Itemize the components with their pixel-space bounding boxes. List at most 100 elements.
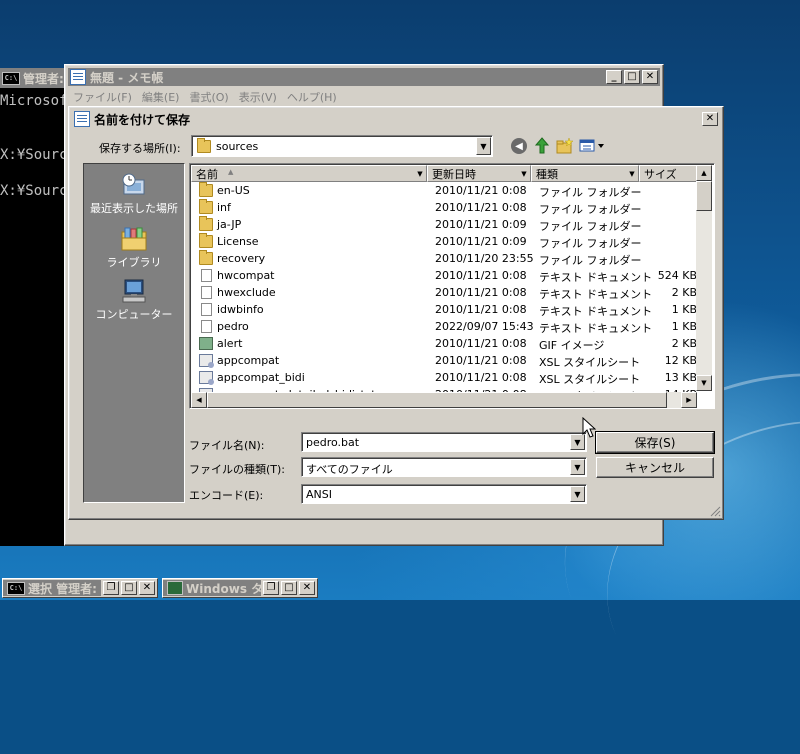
arrow-left-icon: ◀ — [196, 396, 202, 404]
file-row[interactable]: idwbinfo 2010/11/21 0:08 テキスト ドキュメント 1 KB — [191, 301, 699, 318]
chevron-down-icon[interactable]: ▼ — [518, 166, 530, 181]
file-size: 1 KB — [671, 303, 697, 316]
menu-file[interactable]: ファイル(F) — [68, 89, 137, 105]
column-header-name[interactable]: 名前 ▲ ▼ — [191, 165, 427, 182]
menu-view[interactable]: 表示(V) — [234, 89, 282, 105]
chevron-down-icon[interactable]: ▼ — [570, 486, 585, 502]
close-button[interactable]: ✕ — [299, 581, 315, 595]
close-button[interactable]: ✕ — [642, 70, 658, 84]
place-recent[interactable]: 最近表示した場所 — [84, 172, 184, 216]
taskbar-item-label: 選択 管理者: — [28, 581, 97, 596]
minimize-button[interactable]: _ — [606, 70, 622, 84]
taskbar-item-console[interactable]: C:\ 選択 管理者: ❐ □ ✕ — [2, 578, 158, 598]
new-folder-button[interactable] — [556, 137, 574, 154]
file-date: 2010/11/20 23:55 — [435, 252, 534, 265]
console-titlebar[interactable]: C:\ 管理者:X — [0, 68, 72, 88]
text-document-icon — [201, 269, 212, 282]
maximize-button[interactable]: □ — [624, 70, 640, 84]
horizontal-scrollbar[interactable]: ◀ ▶ — [191, 392, 697, 408]
file-row[interactable]: hwexclude 2010/11/21 0:08 テキスト ドキュメント 2 KB — [191, 284, 699, 301]
maximize-button[interactable]: □ — [121, 581, 137, 595]
menu-help[interactable]: ヘルプ(H) — [282, 89, 342, 105]
scroll-down-button[interactable]: ▼ — [696, 375, 712, 391]
file-type: テキスト ドキュメント — [539, 288, 653, 301]
file-row[interactable]: pedro 2022/09/07 15:43 テキスト ドキュメント 1 KB — [191, 318, 699, 335]
file-row[interactable]: hwcompat 2010/11/21 0:08 テキスト ドキュメント 524 KB — [191, 267, 699, 284]
restore-button[interactable]: ❐ — [103, 581, 119, 595]
file-date: 2010/11/21 0:08 — [435, 303, 527, 316]
place-libraries[interactable]: ライブラリ — [84, 226, 184, 270]
file-date: 2010/11/21 0:08 — [435, 354, 527, 367]
file-row[interactable]: appcompat_bidi 2010/11/21 0:08 XSL スタイルシート… — [191, 369, 699, 386]
save-location-dropdown[interactable]: sources ▼ — [191, 135, 493, 157]
notepad-menubar: ファイル(F) 編集(E) 書式(O) 表示(V) ヘルプ(H) — [68, 88, 342, 106]
file-name: idwbinfo — [217, 303, 264, 316]
folder-icon — [199, 182, 213, 197]
file-list[interactable]: 名前 ▲ ▼ 更新日時 ▼ 種類 ▼ サイズ en-US 2010/11/21 0… — [189, 163, 715, 409]
scroll-left-button[interactable]: ◀ — [191, 392, 207, 408]
resize-grip-icon[interactable] — [709, 505, 721, 517]
xsl-stylesheet-icon — [199, 371, 214, 385]
close-button[interactable]: ✕ — [139, 581, 155, 595]
restore-button[interactable]: ❐ — [263, 581, 279, 595]
filename-combobox[interactable]: ▼ — [301, 432, 587, 452]
vertical-scrollbar[interactable]: ▲ ▼ — [696, 165, 712, 391]
scroll-right-button[interactable]: ▶ — [681, 392, 697, 408]
folder-icon — [199, 250, 213, 265]
recent-places-icon — [120, 172, 148, 198]
file-name: recovery — [217, 252, 266, 265]
scroll-thumb[interactable] — [696, 181, 712, 211]
column-header-size[interactable]: サイズ — [639, 165, 699, 182]
file-type: ファイル フォルダー — [539, 254, 642, 267]
sort-ascending-icon: ▲ — [228, 168, 234, 176]
file-size: 13 KB — [664, 371, 697, 384]
file-row[interactable]: en-US 2010/11/21 0:08 ファイル フォルダー — [191, 182, 699, 199]
filename-input[interactable] — [304, 434, 570, 450]
filetype-dropdown[interactable]: すべてのファイル ▼ — [301, 457, 587, 477]
cancel-button[interactable]: キャンセル — [596, 457, 714, 478]
scroll-thumb[interactable] — [207, 392, 667, 408]
up-arrow-icon — [534, 137, 550, 154]
view-menu-button[interactable] — [579, 138, 607, 154]
file-row[interactable]: inf 2010/11/21 0:08 ファイル フォルダー — [191, 199, 699, 216]
file-date: 2022/09/07 15:43 — [435, 320, 534, 333]
save-button[interactable]: 保存(S) — [595, 431, 715, 454]
maximize-button[interactable]: □ — [281, 581, 297, 595]
chevron-down-icon[interactable]: ▼ — [414, 166, 426, 181]
encoding-value: ANSI — [306, 488, 332, 501]
chevron-down-icon[interactable]: ▼ — [626, 166, 638, 181]
xsl-stylesheet-icon — [199, 354, 214, 368]
encoding-dropdown[interactable]: ANSI ▼ — [301, 484, 587, 504]
file-type: テキスト ドキュメント — [539, 305, 653, 318]
back-button[interactable]: ◀ — [511, 138, 527, 154]
place-recent-label: 最近表示した場所 — [90, 202, 178, 215]
file-date: 2010/11/21 0:09 — [435, 218, 527, 231]
up-folder-button[interactable] — [534, 137, 550, 155]
file-type: テキスト ドキュメント — [539, 271, 653, 284]
taskbar-item-windows[interactable]: Windows タ ❐ □ ✕ — [162, 578, 318, 598]
chevron-down-icon[interactable]: ▼ — [476, 137, 491, 155]
file-date: 2010/11/21 0:08 — [435, 201, 527, 214]
column-header-date[interactable]: 更新日時 ▼ — [427, 165, 531, 182]
file-row[interactable]: appcompat 2010/11/21 0:08 XSL スタイルシート 12 KB — [191, 352, 699, 369]
close-button[interactable]: ✕ — [702, 112, 718, 126]
place-computer[interactable]: コンピューター — [84, 278, 184, 322]
console-window: Microsoft X:¥Source X:¥Source — [0, 68, 76, 546]
chevron-down-icon[interactable]: ▼ — [570, 459, 585, 475]
places-bar: 最近表示した場所 ライブラリ コンピューター — [83, 163, 185, 503]
file-row[interactable]: License 2010/11/21 0:09 ファイル フォルダー — [191, 233, 699, 250]
menu-edit[interactable]: 編集(E) — [137, 89, 185, 105]
file-size: 1 KB — [671, 320, 697, 333]
file-row[interactable]: alert 2010/11/21 0:08 GIF イメージ 2 KB — [191, 335, 699, 352]
file-row[interactable]: ja-JP 2010/11/21 0:09 ファイル フォルダー — [191, 216, 699, 233]
column-header-type[interactable]: 種類 ▼ — [531, 165, 639, 182]
file-date: 2010/11/21 0:09 — [435, 235, 527, 248]
menu-format[interactable]: 書式(O) — [184, 89, 233, 105]
file-row[interactable]: recovery 2010/11/20 23:55 ファイル フォルダー — [191, 250, 699, 267]
notepad-titlebar[interactable]: 無題 - メモ帳 _ □ ✕ — [68, 68, 660, 86]
dialog-titlebar[interactable]: 名前を付けて保存 ✕ — [72, 110, 720, 128]
encoding-label: エンコード(E): — [189, 489, 264, 502]
scroll-up-button[interactable]: ▲ — [696, 165, 712, 181]
file-type: ファイル フォルダー — [539, 237, 642, 250]
console-icon: C:\ — [2, 71, 20, 85]
